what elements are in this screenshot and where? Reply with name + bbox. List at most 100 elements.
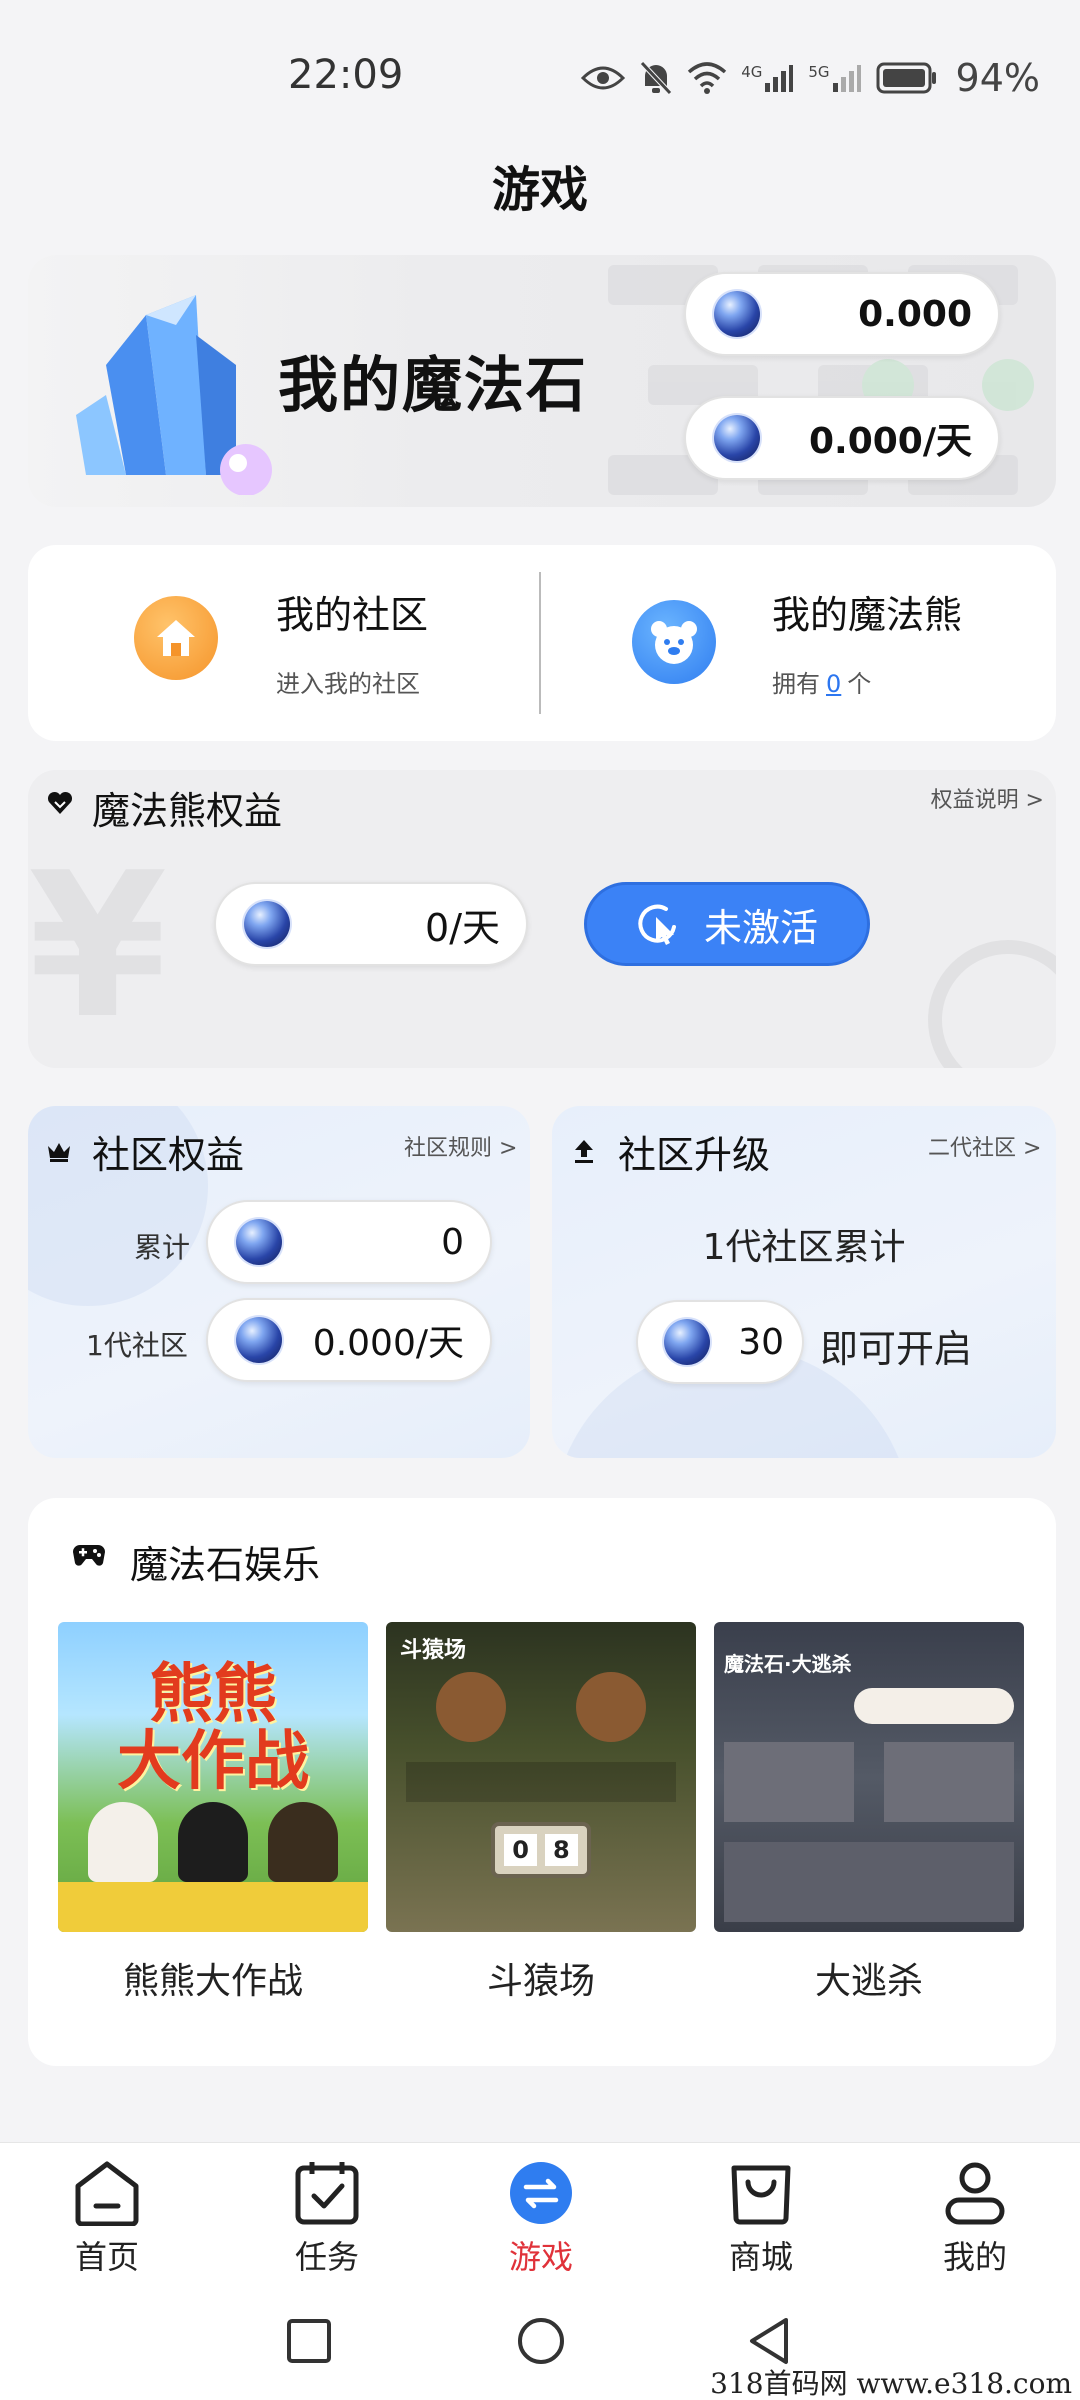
magic-orb-icon (236, 1219, 282, 1265)
card-divider (539, 572, 541, 714)
activate-button[interactable]: 未激活 (584, 882, 870, 966)
gamepad-icon (73, 1545, 105, 1566)
bag-nav-icon (731, 2165, 791, 2225)
upgrade-required-value: 30 (738, 1321, 784, 1363)
gen1-label: 1代社区 (86, 1329, 188, 1362)
total-label: 累计 (134, 1231, 191, 1264)
recent-apps-icon[interactable] (286, 2318, 332, 2364)
back-icon[interactable] (744, 2316, 794, 2366)
magic-orb-icon (244, 901, 290, 947)
cursor-click-icon (638, 904, 676, 945)
eye-icon (581, 66, 626, 90)
wifi-icon (688, 62, 727, 94)
battery-icon (876, 62, 936, 94)
game-thumb-bear-battle[interactable]: 熊熊 大作战 (58, 1622, 368, 1932)
activate-label: 未激活 (703, 905, 818, 950)
owned-count[interactable]: 0 (826, 670, 841, 698)
bear-rights-title: 魔法熊权益 (92, 789, 283, 833)
timer-banner-decoration (854, 1688, 1014, 1724)
battery-percent: 94% (955, 56, 1040, 100)
rights-explanation-link[interactable]: 权益说明 > (931, 782, 1044, 814)
my-community-title[interactable]: 我的社区 (276, 584, 428, 639)
nav-label-home: 首页 (74, 2238, 139, 2276)
nav-label-mall: 商城 (728, 2238, 793, 2276)
status-icons: 4G 5G 94% (581, 56, 1040, 100)
grid-decoration (406, 1762, 676, 1802)
home-circle-icon[interactable] (516, 2316, 566, 2366)
my-bear-title[interactable]: 我的魔法熊 (772, 584, 962, 639)
game-name-monkey-arena[interactable]: 斗猿场 (386, 1952, 696, 2004)
banner-title: 我的魔法石 (278, 351, 588, 421)
community-rules-link[interactable]: 社区规则 > (404, 1130, 517, 1162)
room-decoration (724, 1742, 854, 1822)
upload-icon (575, 1140, 593, 1163)
game-name-battle-royale[interactable]: 大逃杀 (714, 1952, 1024, 2004)
game1-thumb-text: 熊熊 大作战 (117, 1658, 309, 1800)
magic-orb-icon (236, 1317, 282, 1363)
entertainment-title: 魔法石娱乐 (130, 1543, 321, 1587)
community-total-value: 0 (441, 1221, 464, 1263)
score-board-decoration: 08 (491, 1822, 591, 1878)
community-rights-title: 社区权益 (92, 1133, 245, 1177)
gen1-daily-value: 0.000/天 (312, 1323, 464, 1364)
community-total-pill: 0 (206, 1200, 492, 1284)
monkey-decoration (576, 1672, 646, 1742)
net-type-2: 5G (808, 63, 830, 81)
bear-rights-daily-value: 0/天 (425, 905, 500, 950)
podium-decoration (58, 1882, 368, 1932)
game2-thumb-text: 斗猿场 (400, 1638, 467, 1663)
stone-daily-pill: 0.000/天 (684, 396, 1000, 480)
bear-rights-daily-pill: 0/天 (214, 882, 528, 966)
gen1-daily-pill: 0.000/天 (206, 1298, 492, 1382)
crystal-icon (76, 295, 272, 495)
user-nav-icon (945, 2162, 1005, 2225)
my-community-subtitle[interactable]: 进入我的社区 (276, 664, 420, 699)
page-title: 游戏 (491, 162, 588, 218)
bell-muted-icon (640, 61, 673, 95)
nav-item-home[interactable]: 首页 (42, 2160, 172, 2278)
bear-icon[interactable] (632, 600, 716, 684)
nav-label-me: 我的 (942, 2238, 1007, 2276)
second-gen-link[interactable]: 二代社区 > (928, 1130, 1041, 1162)
room-decoration (884, 1742, 1014, 1822)
bear-character-decoration (178, 1802, 248, 1882)
home-icon[interactable] (134, 596, 218, 680)
game3-thumb-text: 魔法石·大逃杀 (724, 1652, 852, 1676)
crown-icon (48, 1143, 70, 1162)
signal-4g-icon: 4G (741, 63, 794, 93)
heart-icon (47, 791, 73, 814)
community-upgrade-title: 社区升级 (618, 1133, 771, 1177)
upgrade-required-pill: 30 (636, 1300, 804, 1384)
monkey-decoration (436, 1672, 506, 1742)
bear-character-decoration (88, 1802, 158, 1882)
upgrade-requirement-text: 1代社区累计 (702, 1227, 906, 1268)
home-nav-icon (75, 2161, 139, 2226)
my-bear-owned: 拥有 0 个 (772, 664, 871, 699)
game-thumb-battle-royale[interactable]: 魔法石·大逃杀 (714, 1622, 1024, 1932)
nav-item-mall[interactable]: 商城 (696, 2160, 826, 2278)
game-thumb-monkey-arena[interactable]: 斗猿场 08 (386, 1622, 696, 1932)
stone-daily-value: 0.000/天 (808, 421, 972, 462)
nav-item-task[interactable]: 任务 (262, 2160, 392, 2278)
magic-orb-icon (714, 291, 760, 337)
magic-orb-icon (714, 415, 760, 461)
net-type-1: 4G (741, 63, 763, 81)
nav-label-game: 游戏 (508, 2238, 573, 2276)
owned-suffix: 个 (847, 670, 872, 698)
status-time: 22:09 (288, 52, 404, 98)
stone-balance-value: 0.000 (858, 293, 972, 335)
coin-watermark-decoration (928, 940, 1056, 1068)
magic-orb-icon (664, 1319, 710, 1365)
nav-item-me[interactable]: 我的 (910, 2160, 1040, 2278)
game-name-bear-battle[interactable]: 熊熊大作战 (58, 1952, 368, 2004)
task-nav-icon (295, 2162, 359, 2225)
yen-watermark-decoration: ¥ (28, 830, 168, 1063)
signal-5g-icon: 5G (808, 63, 861, 93)
owned-prefix: 拥有 (772, 670, 820, 698)
room-decoration (724, 1842, 1014, 1922)
bear-character-decoration (268, 1802, 338, 1882)
site-watermark: 318首码网 www.e318.com (710, 2367, 1072, 2400)
nav-label-task: 任务 (294, 2238, 359, 2276)
nav-item-game[interactable]: 游戏 (476, 2160, 606, 2278)
game-swap-icon (510, 2162, 572, 2224)
